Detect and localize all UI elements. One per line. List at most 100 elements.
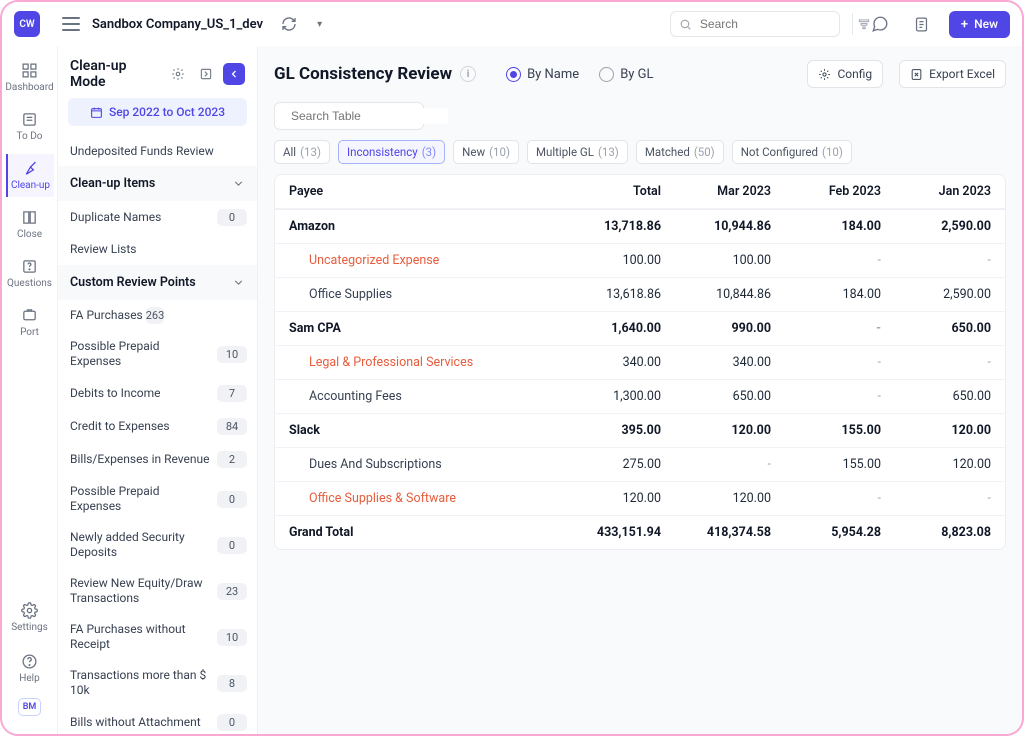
sync-button[interactable] [275,10,303,38]
nav-dashboard[interactable]: Dashboard [6,56,54,99]
export-excel-button[interactable]: Export Excel [899,60,1006,88]
radio-icon [506,67,521,82]
gear-icon [21,602,38,619]
nav-settings[interactable]: Settings [6,596,54,639]
view-mode-radio: By Name By GL [506,67,653,82]
sidebar-item[interactable]: Bills/Expenses in Revenue2 [58,443,257,476]
count-badge: 7 [217,385,247,402]
page-title: GL Consistency Review i [274,64,476,84]
table-search-input[interactable] [289,108,448,124]
nav-port[interactable]: Port [6,301,54,344]
port-icon [21,307,38,324]
sidebar-item[interactable]: Possible Prepaid Expenses0 [58,476,257,522]
global-search[interactable] [670,11,840,37]
company-name: Sandbox Company_US_1_dev [92,17,263,32]
expand-icon [199,67,213,81]
search-icon [679,18,692,31]
filter-chip[interactable]: Matched(50) [636,140,724,164]
nav-questions[interactable]: Questions [6,252,54,295]
help-icon [21,653,38,670]
table-row[interactable]: Slack395.00120.00155.00120.00 [275,414,1005,448]
nav-rail: Dashboard To Do Clean-up Close Questions… [2,46,58,734]
sidebar-item[interactable]: Review Lists [58,234,257,265]
broom-icon [22,160,39,177]
sidebar-gear[interactable] [167,63,189,85]
section-custom-review[interactable]: Custom Review Points [58,265,257,300]
count-badge: 8 [217,675,247,692]
table-row[interactable]: Sam CPA1,640.00990.00-650.00 [275,312,1005,346]
chevron-down-icon[interactable]: ▾ [317,19,322,30]
sidebar-item[interactable]: Transactions more than $ 10k8 [58,660,257,706]
menu-icon[interactable] [62,17,80,31]
sidebar: Clean-up Mode Sep 2022 to Oct 2023 Undep… [58,46,258,734]
sidebar-item-undeposited[interactable]: Undeposited Funds Review [58,136,257,166]
date-range-selector[interactable]: Sep 2022 to Oct 2023 [68,98,247,126]
nav-close[interactable]: Close [6,203,54,246]
sidebar-item[interactable]: Newly added Security Deposits0 [58,522,257,568]
chevron-left-icon [228,68,240,80]
new-button[interactable]: + New [949,11,1010,38]
grand-total-row: Grand Total 433,151.94 418,374.58 5,954.… [275,516,1005,549]
table-row[interactable]: Amazon13,718.8610,944.86184.002,590.00 [275,210,1005,244]
grid-icon [21,62,38,79]
count-badge: 0 [217,209,247,226]
sidebar-item[interactable]: Review New Equity/Draw Transactions23 [58,568,257,614]
notes-button[interactable] [907,9,937,39]
chevron-down-icon [232,276,245,289]
col-total[interactable]: Total [565,175,675,209]
chat-button[interactable] [865,9,895,39]
radio-by-name[interactable]: By Name [506,67,579,82]
nav-todo[interactable]: To Do [6,105,54,148]
count-badge: 0 [217,714,247,731]
count-badge: 23 [217,583,247,600]
radio-icon [599,67,614,82]
count-badge: 0 [217,491,247,508]
refresh-icon [281,16,297,32]
radio-by-gl[interactable]: By GL [599,67,653,82]
col-jan[interactable]: Jan 2023 [895,175,1005,209]
table-row[interactable]: Uncategorized Expense100.00100.00-- [275,244,1005,278]
sidebar-item[interactable]: Duplicate Names0 [58,201,257,234]
filter-chip[interactable]: All(13) [274,140,330,164]
nav-help[interactable]: Help [6,647,54,690]
count-badge: 2 [217,451,247,468]
col-feb[interactable]: Feb 2023 [785,175,895,209]
table-row[interactable]: Legal & Professional Services340.00340.0… [275,346,1005,380]
filter-chip[interactable]: New(10) [453,140,519,164]
col-mar[interactable]: Mar 2023 [675,175,785,209]
sidebar-collapse[interactable] [223,63,245,85]
sidebar-item[interactable]: Possible Prepaid Expenses10 [58,331,257,377]
config-button[interactable]: Config [807,60,883,88]
chat-icon [871,15,889,33]
table-row[interactable]: Office Supplies & Software120.00120.00-- [275,482,1005,516]
table-row[interactable]: Accounting Fees1,300.00650.00-650.00 [275,380,1005,414]
sidebar-title: Clean-up Mode [70,58,161,90]
sidebar-item[interactable]: Bills without Attachment0 [58,706,257,734]
filter-chip[interactable]: Multiple GL(13) [527,140,628,164]
list-icon [21,111,38,128]
count-badge: 10 [217,346,247,363]
table-search[interactable] [274,102,424,130]
section-cleanup-items[interactable]: Clean-up Items [58,166,257,201]
filter-chip[interactable]: Not Configured(10) [732,140,852,164]
count-badge: 84 [217,418,247,435]
gear-icon [171,67,185,81]
calendar-icon [90,106,103,119]
sidebar-item[interactable]: Debits to Income7 [58,377,257,410]
search-input[interactable] [698,16,857,32]
count-badge: 10 [217,629,247,646]
filter-chip[interactable]: Inconsistency(3) [338,140,445,164]
sidebar-item[interactable]: Credit to Expenses84 [58,410,257,443]
sidebar-item[interactable]: FA Purchases without Receipt10 [58,614,257,660]
new-button-label: New [974,17,998,31]
sidebar-item[interactable]: FA Purchases 263 [58,300,257,331]
nav-cleanup[interactable]: Clean-up [6,154,54,197]
avatar[interactable]: CW [14,11,40,37]
table-header: Payee Total Mar 2023 Feb 2023 Jan 2023 [275,175,1005,210]
table-row[interactable]: Office Supplies13,618.8610,844.86184.002… [275,278,1005,312]
bm-badge[interactable]: BM [18,698,42,716]
info-icon[interactable]: i [460,66,476,82]
sidebar-expand[interactable] [195,63,217,85]
col-payee[interactable]: Payee [275,175,565,209]
table-row[interactable]: Dues And Subscriptions275.00-155.00120.0… [275,448,1005,482]
